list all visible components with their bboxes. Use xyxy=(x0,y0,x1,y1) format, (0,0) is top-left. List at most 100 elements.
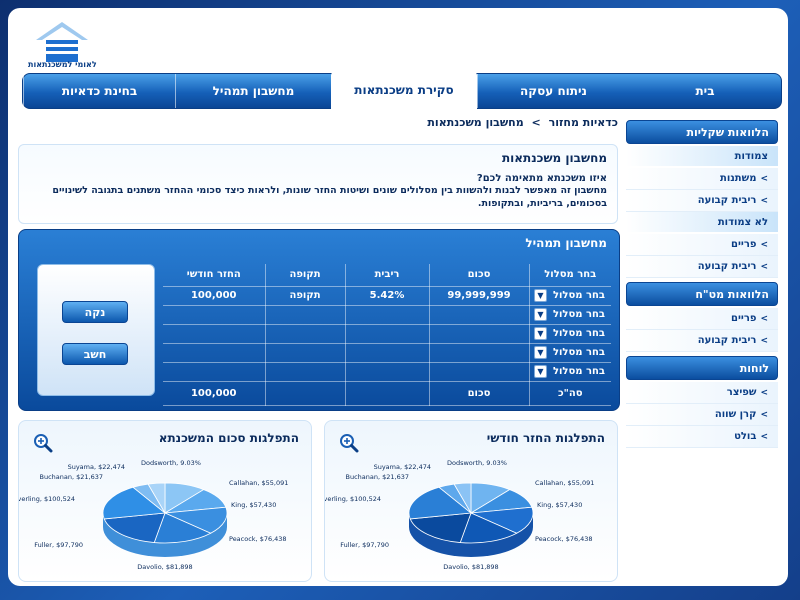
chevron-left-icon: < xyxy=(760,335,768,346)
monthly-cell xyxy=(163,343,265,363)
breadcrumb: כדאיות מחזור > מחשבון משכנתאות xyxy=(427,116,618,129)
sidebar-item-fx-prime[interactable]: פריים < xyxy=(626,308,778,330)
pie-label: Fuller, $97,790 xyxy=(340,541,389,549)
amount-distribution-panel: התפלגות סכום המשכנתא Dodsworth, 9.03% Cal… xyxy=(18,420,312,582)
period-cell[interactable] xyxy=(264,362,345,382)
total-amount: סכום xyxy=(428,381,529,406)
pie-label: Suyama, $22,474 xyxy=(374,463,431,471)
amount-cell[interactable] xyxy=(428,343,529,363)
track-select-label: בחר מסלול xyxy=(552,328,605,339)
amount-cell[interactable] xyxy=(428,324,529,344)
total-label: סה"כ xyxy=(528,381,611,406)
sidebar-item-variable[interactable]: משתנות < xyxy=(626,168,778,190)
logo-text: לאומי למשכנתאות xyxy=(28,60,97,69)
calculator-table: בחר מסלול סכום ריבית תקופה החזר חודשי בח… xyxy=(163,264,611,406)
col-track: בחר מסלול xyxy=(528,264,611,287)
chevron-down-icon[interactable]: ▼ xyxy=(533,327,547,340)
sidebar-item-spitzer[interactable]: שפיצר < xyxy=(626,382,778,404)
chevron-down-icon[interactable]: ▼ xyxy=(533,365,547,378)
table-row: בחר מסלול ▼ xyxy=(163,305,611,325)
sidebar-item-prime[interactable]: פריים < xyxy=(626,234,778,256)
pie-chart: Dodsworth, 9.03% Callahan, $55,091 King, $… xyxy=(325,459,594,571)
chevron-down-icon[interactable]: ▼ xyxy=(533,346,547,359)
breadcrumb-current: מחשבון משכנתאות xyxy=(427,116,524,129)
amount-cell[interactable] xyxy=(428,305,529,325)
pie-label: Buchanan, $21,637 xyxy=(40,473,104,481)
sidebar-subheader-linked[interactable]: צמודות xyxy=(626,146,778,166)
col-amount: סכום xyxy=(428,264,529,287)
pie-label: Leverling, $100,524 xyxy=(325,495,381,503)
table-row: בחר מסלול ▼ xyxy=(163,362,611,382)
chevron-down-icon[interactable]: ▼ xyxy=(533,308,547,321)
chevron-left-icon: < xyxy=(760,195,768,206)
total-monthly: 100,000 xyxy=(163,381,265,406)
table-row: בחר מסלול ▼ 99,999,999 5.42% תקופה 100,00… xyxy=(163,286,611,306)
pie-label: King, $57,430 xyxy=(231,501,276,509)
rate-cell[interactable]: 5.42% xyxy=(344,286,429,306)
rate-cell[interactable] xyxy=(344,343,429,363)
sidebar-subheader-unlinked[interactable]: לא צמודות xyxy=(626,212,778,232)
track-select-label: בחר מסלול xyxy=(552,290,605,301)
amount-cell[interactable] xyxy=(428,362,529,382)
rate-cell[interactable] xyxy=(344,324,429,344)
monthly-cell xyxy=(163,305,265,325)
track-select[interactable]: בחר מסלול ▼ xyxy=(528,362,611,382)
rate-cell[interactable] xyxy=(344,305,429,325)
sidebar-item-fixed-rate[interactable]: ריבית קבועה < xyxy=(626,190,778,212)
table-header-row: בחר מסלול סכום ריבית תקופה החזר חודשי xyxy=(163,264,611,287)
period-cell[interactable] xyxy=(264,343,345,363)
page: לאומי למשכנתאות בית ניתוח עסקה סקירת משכ… xyxy=(8,8,788,586)
sidebar-item-fx-fixed-rate[interactable]: ריבית קבועה < xyxy=(626,330,778,352)
pie-label: Dodsworth, 9.03% xyxy=(447,459,507,467)
track-select[interactable]: בחר מסלול ▼ xyxy=(528,324,611,344)
tab-mortgage-overview[interactable]: סקירת משכנתאות xyxy=(331,70,477,110)
calculator-title: מחשבון תמהיל xyxy=(525,236,607,250)
pie-label: Davolio, $81,898 xyxy=(137,563,192,571)
monthly-cell xyxy=(163,362,265,382)
pie-label: Suyama, $22,474 xyxy=(68,463,125,471)
chevron-left-icon: < xyxy=(760,313,768,324)
tab-deal-analysis[interactable]: ניתוח עסקה xyxy=(477,74,629,108)
sidebar-item-equal-principal[interactable]: קרן שווה < xyxy=(626,404,778,426)
track-select-label: בחר מסלול xyxy=(552,366,605,377)
pie-label: Callahan, $55,091 xyxy=(535,479,594,487)
tab-mix-calculator[interactable]: מחשבון תמהיל xyxy=(175,74,331,108)
sidebar-item-bullet[interactable]: בולט < xyxy=(626,426,778,448)
sidebar-header-fx-loans[interactable]: הלוואות מט"ח xyxy=(626,282,778,306)
sidebar-item-fixed-rate-unlinked[interactable]: ריבית קבועה < xyxy=(626,256,778,278)
sidebar-header-tables[interactable]: לוחות xyxy=(626,356,778,380)
clear-button[interactable]: נקה xyxy=(62,301,128,323)
breadcrumb-parent[interactable]: כדאיות מחזור xyxy=(549,116,618,129)
period-cell[interactable]: תקופה xyxy=(264,286,345,306)
tab-home[interactable]: בית xyxy=(629,74,781,108)
total-row: סה"כ סכום 100,000 xyxy=(163,381,611,406)
sidebar-header-shekel-loans[interactable]: הלוואות שקליות xyxy=(626,120,778,144)
zoom-icon[interactable] xyxy=(33,433,53,453)
amount-cell[interactable]: 99,999,999 xyxy=(428,286,529,306)
pie-label: Davolio, $81,898 xyxy=(443,563,498,571)
period-cell[interactable] xyxy=(264,324,345,344)
pie-label: Peacock, $76,438 xyxy=(229,535,287,543)
chevron-down-icon[interactable]: ▼ xyxy=(533,289,547,302)
monthly-cell xyxy=(163,324,265,344)
track-select[interactable]: בחר מסלול ▼ xyxy=(528,343,611,363)
table-row: בחר מסלול ▼ xyxy=(163,324,611,344)
track-select[interactable]: בחר מסלול ▼ xyxy=(528,286,611,306)
calculate-button[interactable]: חשב xyxy=(62,343,128,365)
monthly-cell: 100,000 xyxy=(163,286,265,306)
panel-title: התפלגות החזר חודשי xyxy=(486,431,605,445)
total-rate xyxy=(344,381,429,406)
chevron-left-icon: < xyxy=(760,409,768,420)
rate-cell[interactable] xyxy=(344,362,429,382)
zoom-icon[interactable] xyxy=(339,433,359,453)
tab-feasibility[interactable]: בחינת כדאיות xyxy=(23,74,175,108)
col-rate: ריבית xyxy=(344,264,429,287)
track-select[interactable]: בחר מסלול ▼ xyxy=(528,305,611,325)
panel-title: התפלגות סכום המשכנתא xyxy=(158,431,299,445)
pie-label: Dodsworth, 9.03% xyxy=(141,459,201,467)
track-select-label: בחר מסלול xyxy=(552,309,605,320)
page-title: מחשבון משכנתאות xyxy=(501,151,607,165)
pie-label: Fuller, $97,790 xyxy=(34,541,83,549)
pie-label: King, $57,430 xyxy=(537,501,582,509)
period-cell[interactable] xyxy=(264,305,345,325)
